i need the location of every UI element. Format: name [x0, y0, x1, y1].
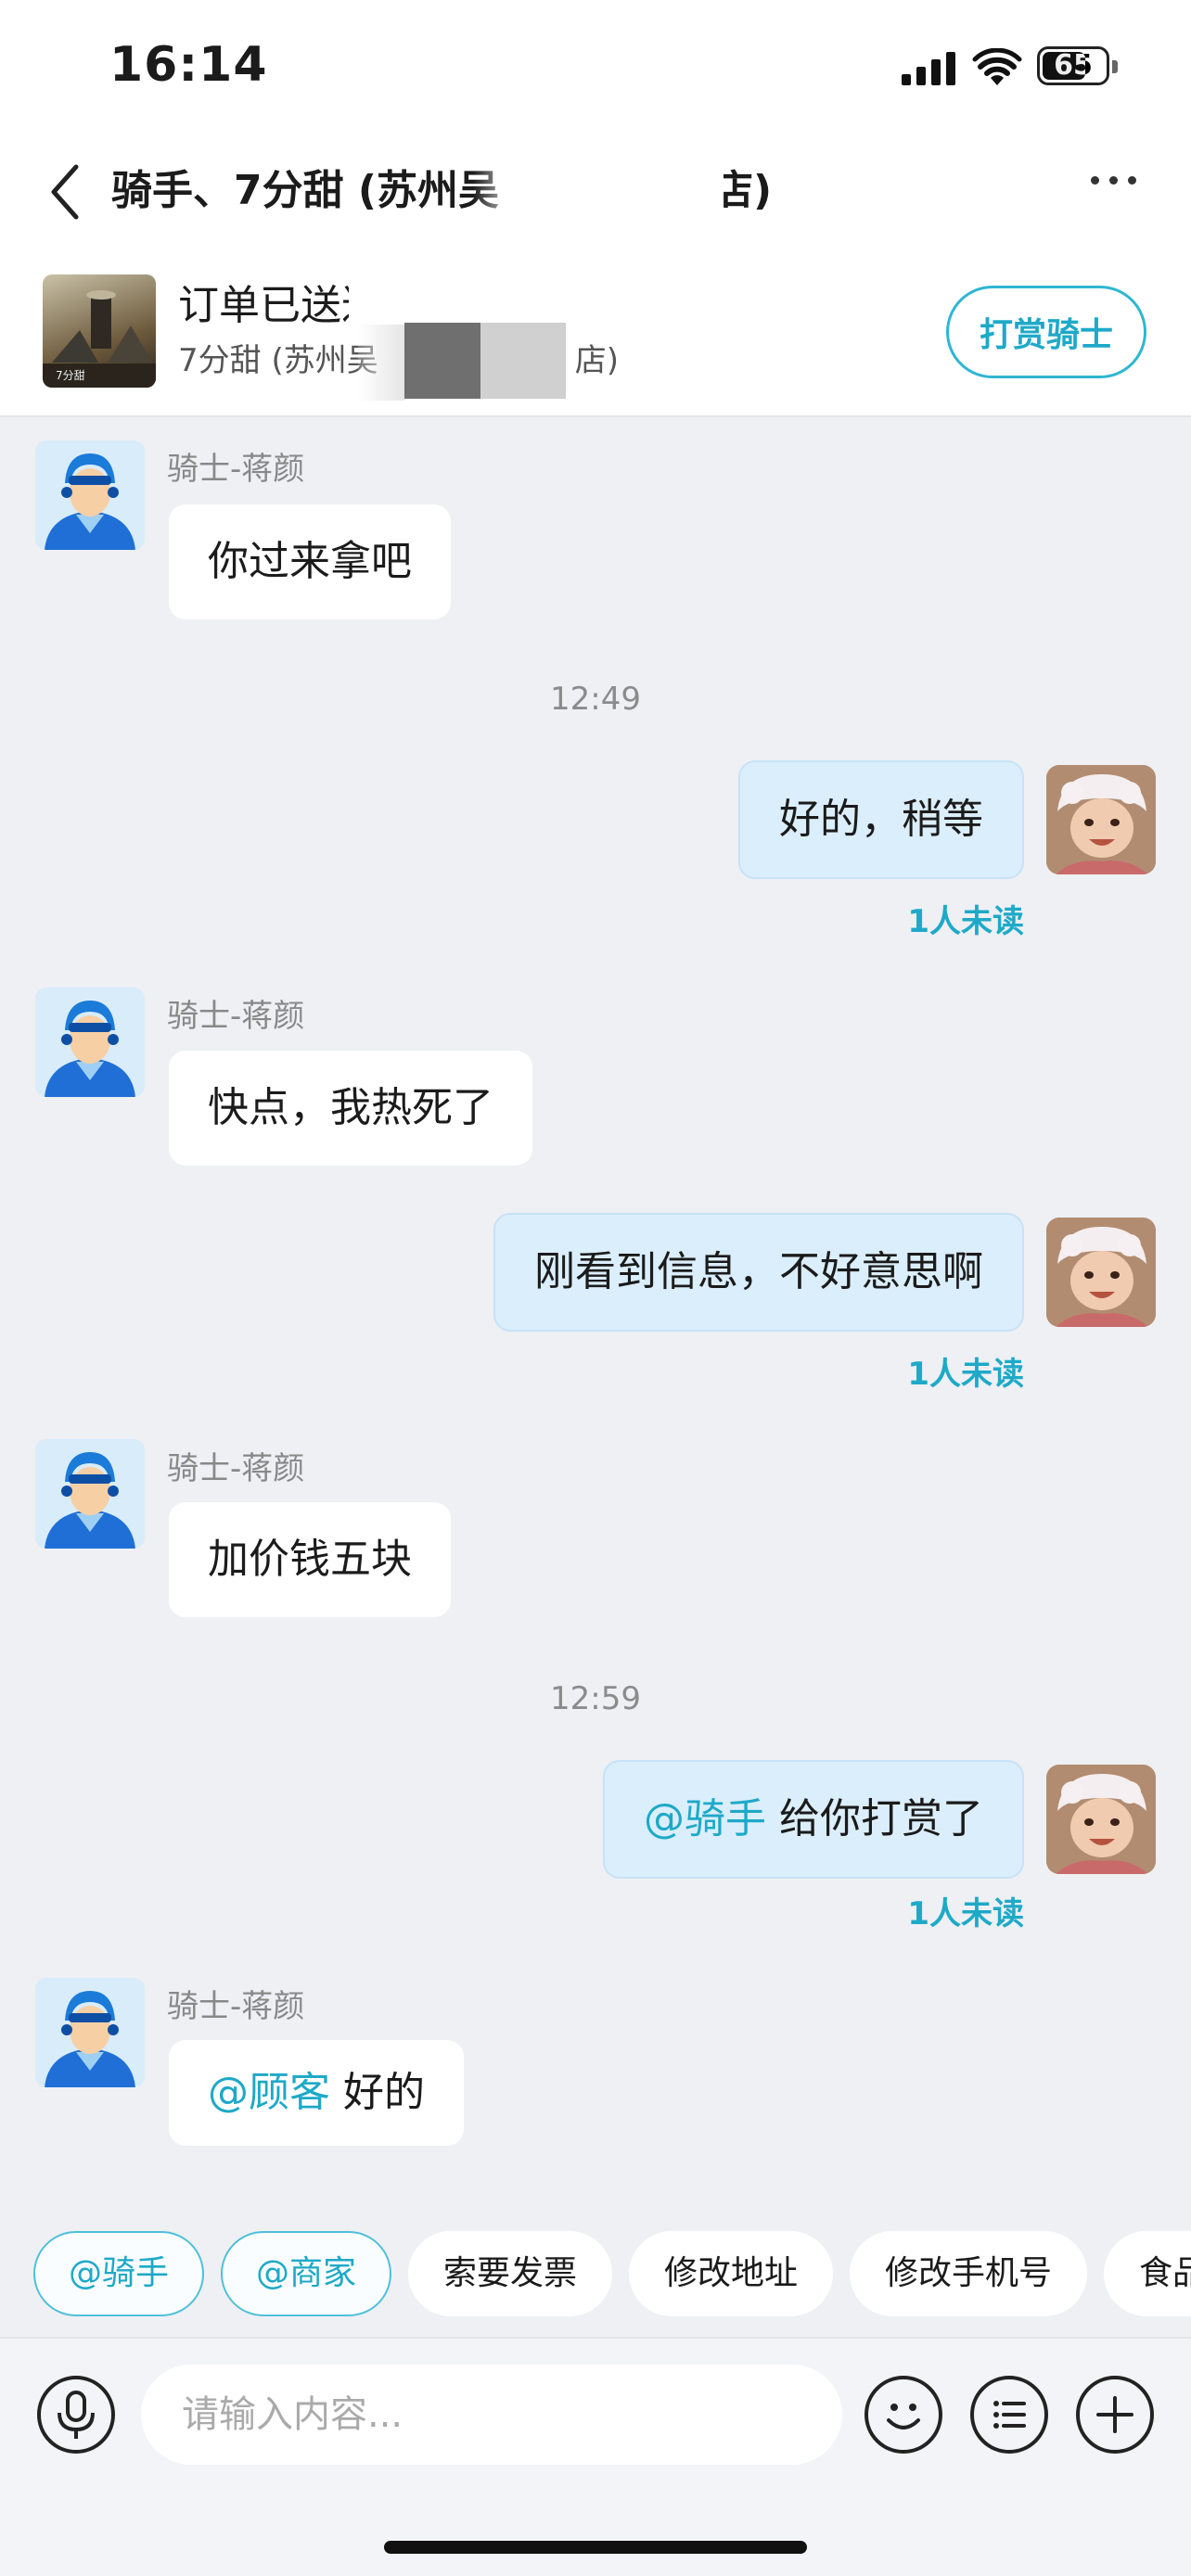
rider-avatar[interactable] — [35, 988, 145, 1097]
quick-reply-bar: @骑手 @商家 索要发票 修改地址 修改手机号 食品 — [0, 2229, 1191, 2318]
message-input[interactable]: 请输入内容... — [141, 2365, 842, 2465]
status-time: 16:14 — [109, 37, 268, 93]
redaction-blur — [473, 156, 557, 230]
battery-icon: 65 — [1037, 46, 1118, 85]
message-timestamp: 12:59 — [550, 1680, 641, 1717]
chip-mention-rider[interactable]: @骑手 — [33, 2231, 204, 2316]
sender-name: 骑士-蒋颜 — [167, 1450, 305, 1487]
input-bar: 请输入内容... — [0, 2337, 1191, 2576]
message-bubble-outgoing[interactable]: 好的，稍等 — [738, 760, 1024, 879]
chip-food[interactable]: 食品 — [1104, 2231, 1191, 2316]
chip-request-invoice[interactable]: 索要发票 — [408, 2231, 612, 2316]
redaction-blur — [480, 323, 566, 399]
rider-avatar[interactable] — [35, 1439, 145, 1549]
svg-text:7分甜: 7分甜 — [56, 369, 85, 382]
message-bubble-incoming[interactable]: @顾客 好的 — [169, 2040, 464, 2146]
message-bubble-outgoing[interactable]: @骑手 给你打赏了 — [603, 1760, 1024, 1879]
chip-change-phone[interactable]: 修改手机号 — [850, 2231, 1087, 2316]
message-text: 好的 — [330, 2069, 425, 2116]
user-avatar[interactable] — [1046, 765, 1156, 874]
rider-avatar[interactable] — [35, 1978, 145, 2087]
user-avatar[interactable] — [1046, 1765, 1156, 1874]
status-bar: 16:14 65 — [0, 0, 1191, 139]
user-avatar[interactable] — [1046, 1218, 1156, 1327]
read-status: 1人未读 — [907, 1895, 1024, 1932]
message-bubble-outgoing[interactable]: 刚看到信息，不好意思啊 — [493, 1213, 1024, 1332]
chat-title-left: 骑手、7分甜 (苏州吴 — [111, 167, 500, 214]
cellular-signal-icon — [902, 52, 957, 85]
message-timestamp: 12:49 — [550, 681, 641, 718]
mention-rider[interactable]: @骑手 — [644, 1795, 766, 1843]
message-text: 给你打赏了 — [766, 1795, 983, 1843]
emoji-icon[interactable] — [864, 2376, 942, 2454]
microphone-icon[interactable] — [37, 2376, 115, 2454]
shop-name-right: 店) — [574, 342, 619, 379]
chip-mention-merchant[interactable]: @商家 — [221, 2231, 391, 2316]
rider-avatar[interactable] — [35, 440, 145, 550]
chip-change-address[interactable]: 修改地址 — [629, 2231, 833, 2316]
redaction-blur — [358, 325, 404, 401]
tip-rider-button[interactable]: 打赏骑士 — [946, 286, 1146, 378]
sender-name: 骑士-蒋颜 — [167, 451, 305, 488]
quick-phrase-list-icon[interactable] — [970, 2376, 1048, 2454]
product-thumbnail: 7分甜 — [43, 274, 156, 388]
mention-customer[interactable]: @顾客 — [208, 2069, 330, 2116]
wifi-icon — [972, 47, 1022, 87]
chat-header: 骑手、7分甜 (苏州吴 店) — [0, 139, 1191, 260]
redaction-blur — [404, 323, 480, 399]
sender-name: 骑士-蒋颜 — [167, 998, 305, 1035]
read-status: 1人未读 — [907, 1356, 1024, 1393]
sender-name: 骑士-蒋颜 — [167, 1988, 305, 2025]
order-status-bar[interactable]: 7分甜 订单已送达 7分甜 (苏州吴 店) 打赏骑士 — [0, 260, 1191, 417]
more-icon[interactable] — [1085, 176, 1141, 195]
message-bubble-incoming[interactable]: 快点，我热死了 — [169, 1051, 532, 1166]
shop-name-left: 7分甜 (苏州吴 — [178, 342, 378, 379]
battery-level: 65 — [1054, 49, 1093, 82]
redaction-blur — [562, 156, 724, 230]
message-bubble-incoming[interactable]: 加价钱五块 — [169, 1502, 451, 1617]
plus-icon[interactable] — [1076, 2376, 1154, 2454]
home-indicator — [384, 2541, 807, 2554]
message-bubble-incoming[interactable]: 你过来拿吧 — [169, 504, 451, 619]
read-status: 1人未读 — [907, 903, 1024, 940]
back-icon[interactable] — [46, 159, 83, 224]
